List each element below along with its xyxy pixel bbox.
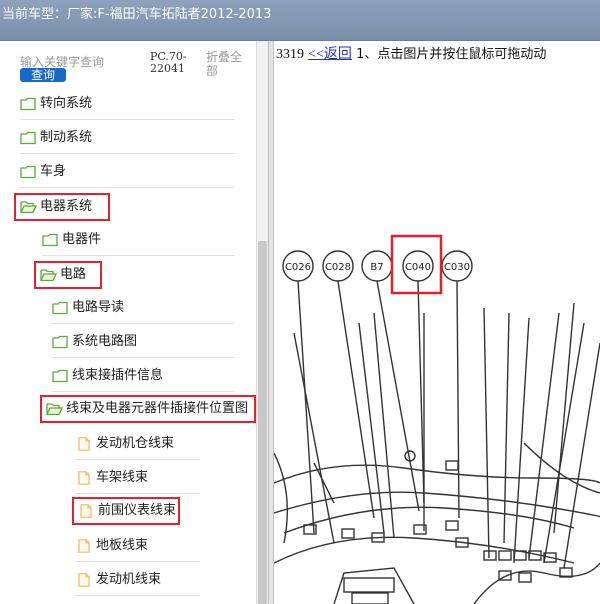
folder-icon [52, 301, 69, 315]
tree-row-divider [76, 595, 200, 596]
tree-node-label: 车架线束 [96, 470, 149, 485]
tree-row-divider [42, 255, 235, 256]
tree-node[interactable]: 地板线束 [76, 535, 148, 557]
tree-row-divider [52, 323, 235, 324]
tree-row-divider [76, 561, 200, 562]
folder-icon [42, 233, 59, 247]
folder-icon [52, 335, 69, 349]
folder-open-icon [40, 268, 58, 282]
folder-icon [52, 369, 69, 383]
tree-node-label: 地板线束 [96, 538, 149, 553]
diagram-code: 3319 [276, 47, 304, 62]
vehicle-name: 厂家:F-福田汽车拓陆者2012-2013 [67, 7, 272, 22]
vehicle-label: 当前车型： [2, 7, 68, 22]
folder-icon [20, 131, 37, 145]
tree-node-label: 电路导读 [72, 300, 125, 315]
connector-label: C028 [325, 262, 351, 273]
connector-label: C030 [444, 262, 470, 273]
wiring-diagram[interactable]: C026 C028 B7 C040 C030 [274, 63, 600, 604]
tree-node-label: 发动机线束 [96, 572, 162, 587]
document-icon [76, 437, 93, 451]
document-icon [76, 573, 93, 587]
instruction-text: 1、点击图片并按住鼠标可拖动动 [356, 47, 547, 62]
tree-node[interactable]: 发动机线束 [76, 569, 161, 591]
folder-open-icon [46, 402, 64, 416]
tree-node-label: 电器件 [62, 232, 102, 247]
tree-row-divider [76, 493, 200, 494]
connector-label: C040 [405, 262, 431, 273]
tree-node-label: 车身 [40, 164, 67, 179]
back-link[interactable]: <<返回 [308, 47, 352, 62]
title-bar: 当前车型：厂家:F-福田汽车拓陆者2012-2013 [0, 0, 600, 41]
tree-node[interactable]: 电路 [34, 261, 102, 289]
tree-node[interactable]: 车身 [20, 161, 66, 183]
vehicle-title: 当前车型：厂家:F-福田汽车拓陆者2012-2013 [2, 3, 271, 22]
diagram-header: 3319 <<返回 1、点击图片并按住鼠标可拖动动 [276, 43, 546, 63]
connector-label: C026 [285, 262, 311, 273]
tree-node[interactable]: 线束接插件信息 [52, 365, 163, 387]
tree-node[interactable]: 电器件 [42, 229, 101, 251]
document-icon [76, 471, 93, 485]
tree-node[interactable]: 系统电路图 [52, 331, 137, 353]
pc-code: PC.70-22041 [150, 50, 187, 75]
tree-node-label: 电路 [60, 267, 87, 282]
folder-icon [20, 165, 37, 179]
sidebar: 输入关键字查询 查询 PC.70-22041 折叠全部 转向系统 制动系统 车身 电器… [0, 41, 268, 604]
tree-node-label: 前围仪表线束 [98, 503, 177, 518]
tree-row-divider [20, 187, 235, 188]
folder-icon [20, 97, 37, 111]
tree-node[interactable]: 前围仪表线束 [72, 497, 180, 525]
tree-row-divider [20, 153, 235, 154]
scrollbar-thumb[interactable] [258, 241, 267, 604]
tree-row-divider [76, 459, 200, 460]
document-icon [78, 504, 95, 518]
sidebar-scrollbar[interactable] [256, 41, 268, 604]
tree-node-label: 转向系统 [40, 96, 93, 111]
tree-row-divider [52, 357, 235, 358]
tree-node[interactable]: 电器系统 [14, 193, 110, 221]
tree-node-label: 电器系统 [40, 199, 93, 214]
tree-node[interactable]: 转向系统 [20, 93, 92, 115]
tree-row-divider [52, 391, 235, 392]
tree-node-label: 制动系统 [40, 130, 93, 145]
connector-label: B7 [370, 262, 383, 273]
tree-node-label: 系统电路图 [72, 334, 138, 349]
tree-node[interactable]: 制动系统 [20, 127, 92, 149]
diagram-pane: 3319 <<返回 1、点击图片并按住鼠标可拖动动 C026 C028 B7 C… [274, 41, 600, 604]
tree-node-label: 发动机仓线束 [96, 436, 175, 451]
tree-node[interactable]: 线束及电器元器件插接件位置图 [40, 395, 256, 423]
tree-row-divider [20, 119, 235, 120]
tree-node[interactable]: 电路导读 [52, 297, 124, 319]
document-icon [76, 539, 93, 553]
tree-node[interactable]: 发动机仓线束 [76, 433, 174, 455]
tree-node-label: 线束接插件信息 [72, 368, 164, 383]
tree-node-label: 线束及电器元器件插接件位置图 [66, 401, 249, 416]
search-button[interactable]: 查询 [20, 68, 66, 82]
folder-open-icon [20, 200, 38, 214]
tree-node[interactable]: 车架线束 [76, 467, 148, 489]
collapse-all-button[interactable]: 折叠全部 [206, 50, 246, 78]
